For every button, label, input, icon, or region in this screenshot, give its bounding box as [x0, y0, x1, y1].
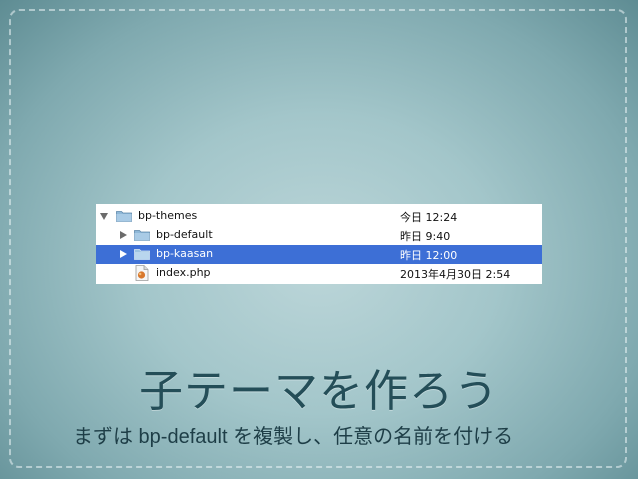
slide-title: 子テーマを作ろう: [139, 366, 499, 417]
file-row-bp-default[interactable]: bp-default 昨日 9:40: [96, 226, 542, 245]
file-row-index-php[interactable]: index.php 2013年4月30日 2:54: [96, 264, 542, 283]
disclosure-triangle-collapsed-icon[interactable]: [120, 250, 127, 258]
disclosure-triangle-expanded-icon[interactable]: [100, 213, 108, 220]
file-row-bp-themes[interactable]: bp-themes 今日 12:24: [96, 207, 542, 226]
php-file-icon: [135, 265, 149, 281]
slide-background: bp-themes 今日 12:24 bp-default 昨日 9:40 bp…: [0, 0, 638, 479]
folder-icon: [116, 211, 132, 222]
file-name: bp-themes: [138, 209, 198, 222]
file-name: bp-kaasan: [156, 247, 214, 260]
date-modified: 今日 12:24: [400, 211, 458, 224]
file-name: index.php: [156, 266, 211, 279]
date-modified: 2013年4月30日 2:54: [400, 268, 511, 281]
file-name: bp-default: [156, 228, 213, 241]
slide-subtitle: まずは bp-default を複製し、任意の名前を付ける: [73, 426, 514, 448]
disclosure-triangle-collapsed-icon[interactable]: [120, 231, 127, 239]
folder-icon: [134, 230, 150, 241]
finder-list-view: bp-themes 今日 12:24 bp-default 昨日 9:40 bp…: [96, 204, 542, 284]
date-modified: 昨日 9:40: [400, 230, 451, 243]
file-row-bp-kaasan[interactable]: bp-kaasan 昨日 12:00: [96, 245, 542, 264]
folder-icon: [134, 249, 150, 260]
date-modified: 昨日 12:00: [400, 249, 458, 262]
